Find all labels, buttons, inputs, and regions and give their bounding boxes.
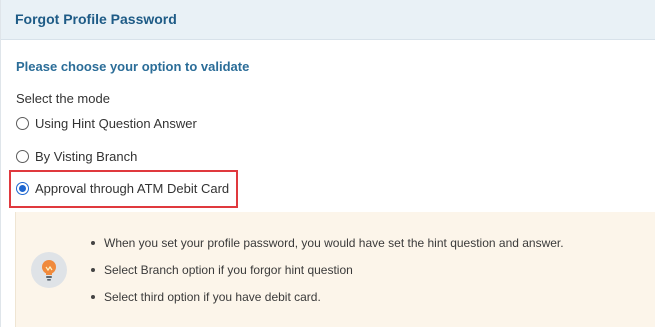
info-box: When you set your profile password, you …: [15, 212, 655, 327]
panel-header: Forgot Profile Password: [1, 0, 655, 40]
option-hint-question[interactable]: Using Hint Question Answer: [16, 116, 197, 131]
option-atm-debit-card[interactable]: Approval through ATM Debit Card: [16, 181, 229, 196]
option-label: By Visting Branch: [35, 149, 138, 164]
lightbulb-icon: [31, 252, 67, 288]
option-label: Approval through ATM Debit Card: [35, 181, 230, 196]
option-label: Using Hint Question Answer: [35, 116, 197, 131]
mode-label: Select the mode: [16, 91, 110, 106]
forgot-password-panel: Forgot Profile Password Please choose yo…: [0, 0, 655, 327]
radio-hint-question[interactable]: [16, 117, 29, 130]
page-title: Forgot Profile Password: [15, 11, 177, 27]
form-subtitle: Please choose your option to validate: [16, 59, 250, 74]
radio-visit-branch[interactable]: [16, 150, 29, 163]
option-visit-branch[interactable]: By Visting Branch: [16, 149, 137, 164]
info-item: Select Branch option if you forgor hint …: [90, 263, 564, 290]
info-item: When you set your profile password, you …: [90, 236, 564, 263]
radio-atm-debit-card[interactable]: [16, 182, 29, 195]
info-item: Select third option if you have debit ca…: [90, 290, 564, 317]
info-list: When you set your profile password, you …: [90, 236, 564, 317]
